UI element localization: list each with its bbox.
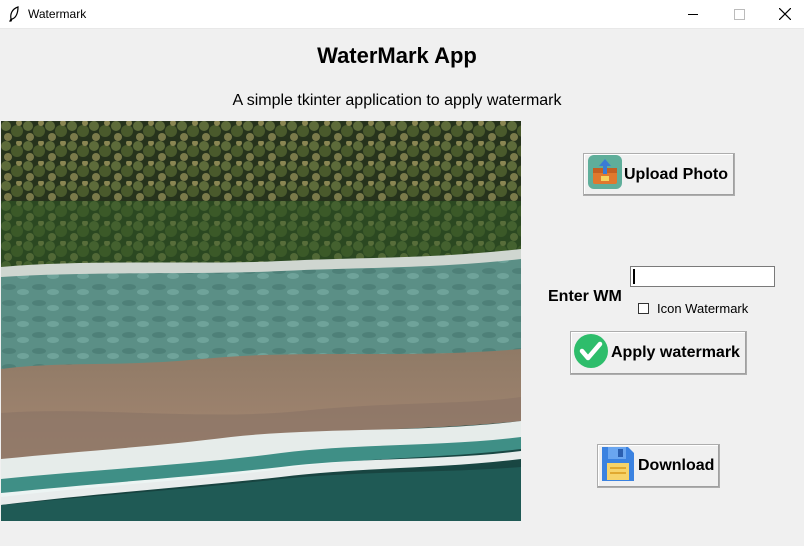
app-title: WaterMark App — [317, 43, 477, 68]
minimize-icon — [687, 13, 698, 15]
icon-watermark-label: Icon Watermark — [657, 301, 749, 316]
apply-watermark-label: Apply watermark — [611, 344, 740, 361]
floppy-disk-icon — [600, 445, 636, 488]
close-button[interactable] — [762, 0, 804, 28]
enter-wm-label: Enter WM — [548, 288, 622, 305]
maximize-icon — [733, 8, 745, 20]
download-button[interactable]: Download — [597, 444, 720, 488]
aerial-beach-photo — [1, 121, 521, 521]
upload-photo-label: Upload Photo — [624, 165, 728, 183]
app-subtitle: A simple tkinter application to apply wa… — [232, 92, 562, 109]
minimize-button[interactable] — [670, 0, 716, 28]
watermark-text-input[interactable] — [630, 266, 775, 287]
maximize-button[interactable] — [716, 0, 762, 28]
download-label: Download — [638, 457, 715, 474]
apply-watermark-button[interactable]: Apply watermark — [570, 331, 747, 375]
upload-photo-button[interactable]: Upload Photo — [583, 153, 735, 196]
text-caret — [633, 269, 635, 284]
close-icon — [779, 8, 791, 20]
upload-box-icon — [588, 155, 622, 194]
title-bar: Watermark — [0, 0, 804, 29]
photo-preview — [1, 121, 521, 521]
window-title: Watermark — [28, 7, 87, 21]
feather-icon — [8, 6, 20, 22]
green-checkmark-icon — [573, 333, 609, 374]
icon-watermark-checkbox[interactable] — [638, 303, 649, 314]
